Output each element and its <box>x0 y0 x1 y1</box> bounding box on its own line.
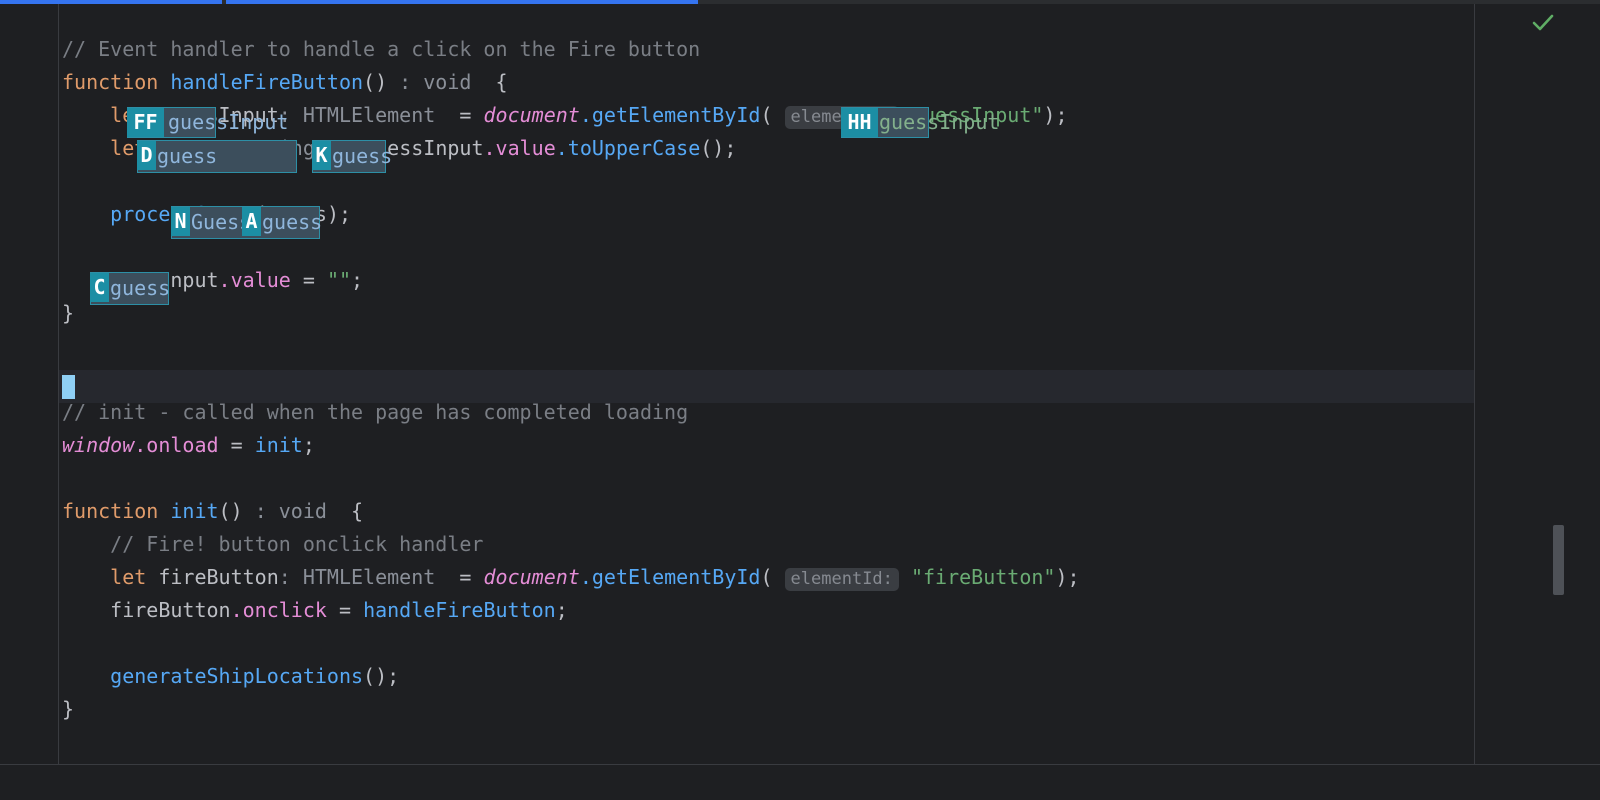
acejump-match-text: guessInput <box>168 110 289 134</box>
acejump-match-text: guess <box>110 276 171 300</box>
acejump-tag-n[interactable]: N <box>171 207 190 236</box>
acejump-match-text: guessInput <box>879 110 1000 134</box>
acejump-match-text: guess <box>157 144 218 168</box>
status-bar <box>0 765 1600 800</box>
acejump-match-text: guess <box>262 210 323 234</box>
acejump-tag-c[interactable]: C <box>90 273 109 302</box>
acejump-match-text: guess <box>332 144 393 168</box>
acejump-tag-a[interactable]: A <box>242 207 261 236</box>
inspection-status-ok[interactable] <box>1530 10 1556 36</box>
vertical-scrollbar-thumb[interactable] <box>1553 525 1564 595</box>
checkmark-icon <box>1532 14 1554 31</box>
code-editor[interactable]: // Event handler to handle a click on th… <box>59 4 1474 764</box>
ide-window: // Event handler to handle a click on th… <box>0 0 1600 800</box>
acejump-tag-ff[interactable]: FF <box>127 108 164 137</box>
acejump-tag-hh[interactable]: HH <box>841 108 878 137</box>
acejump-tag-d[interactable]: D <box>137 141 156 170</box>
editor-gutter[interactable] <box>0 4 58 764</box>
acejump-overlay: guessInput FF guessInput HH guess D gues… <box>59 4 1474 764</box>
acejump-tag-k[interactable]: K <box>312 141 331 170</box>
right-side-panel <box>1475 4 1600 764</box>
